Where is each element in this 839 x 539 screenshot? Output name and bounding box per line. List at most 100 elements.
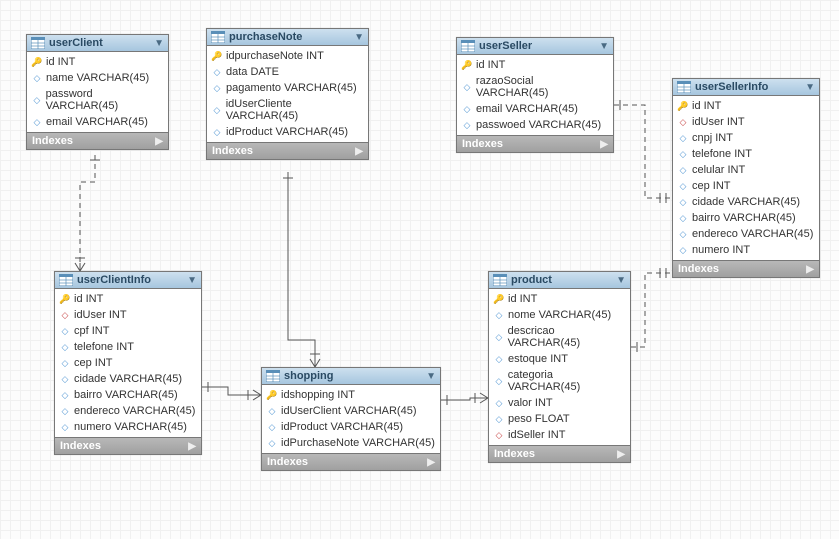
entity-shopping[interactable]: shopping ▼ 🔑idshopping INT◇idUserClient VA… <box>261 367 441 471</box>
collapse-icon[interactable]: ▼ <box>805 82 815 93</box>
column-row[interactable]: 🔑id INT <box>673 98 819 114</box>
column-text: numero INT <box>692 244 750 256</box>
indexes-label: Indexes <box>32 135 73 147</box>
column-text: numero VARCHAR(45) <box>74 421 187 433</box>
collapse-icon[interactable]: ▼ <box>426 371 436 382</box>
column-row[interactable]: ◇descricao VARCHAR(45) <box>489 323 630 351</box>
entity-header[interactable]: userClientInfo ▼ <box>55 272 201 289</box>
column-text: email VARCHAR(45) <box>46 116 148 128</box>
column-row[interactable]: ◇bairro VARCHAR(45) <box>55 387 201 403</box>
column-row[interactable]: ◇cidade VARCHAR(45) <box>55 371 201 387</box>
column-icon: ◇ <box>678 133 688 143</box>
column-row[interactable]: ◇numero VARCHAR(45) <box>55 419 201 435</box>
column-row[interactable]: ◇password VARCHAR(45) <box>27 86 168 114</box>
expand-icon[interactable]: ▶ <box>806 264 814 275</box>
expand-icon[interactable]: ▶ <box>155 136 163 147</box>
entity-userSellerInfo[interactable]: userSellerInfo▼ 🔑id INT◇idUser INT◇cnpj I… <box>672 78 820 278</box>
entity-header[interactable]: userSellerInfo▼ <box>673 79 819 96</box>
column-text: pagamento VARCHAR(45) <box>226 82 357 94</box>
column-text: cpf INT <box>74 325 109 337</box>
column-row[interactable]: ◇telefone INT <box>55 339 201 355</box>
entity-userClient[interactable]: userClient▼ 🔑id INT◇name VARCHAR(45)◇pass… <box>26 34 169 150</box>
column-icon: ◇ <box>267 422 277 432</box>
collapse-icon[interactable]: ▼ <box>187 275 197 286</box>
table-icon <box>461 40 475 52</box>
column-row[interactable]: ◇cnpj INT <box>673 130 819 146</box>
column-icon: ◇ <box>60 326 70 336</box>
column-text: id INT <box>74 293 103 305</box>
column-row[interactable]: ◇email VARCHAR(45) <box>457 101 613 117</box>
column-row[interactable]: ◇passwoed VARCHAR(45) <box>457 117 613 133</box>
expand-icon[interactable]: ▶ <box>355 146 363 157</box>
column-row[interactable]: ◇idUser INT <box>673 114 819 130</box>
expand-icon[interactable]: ▶ <box>427 457 435 468</box>
column-row[interactable]: ◇celular INT <box>673 162 819 178</box>
column-row[interactable]: ◇idUserCliente VARCHAR(45) <box>207 96 368 124</box>
column-row[interactable]: 🔑id INT <box>457 57 613 73</box>
primary-key-icon: 🔑 <box>678 101 688 111</box>
column-row[interactable]: ◇idPurchaseNote VARCHAR(45) <box>262 435 440 451</box>
entity-userSeller[interactable]: userSeller▼ 🔑id INT◇razaoSocial VARCHAR(4… <box>456 37 614 153</box>
column-row[interactable]: ◇bairro VARCHAR(45) <box>673 210 819 226</box>
column-row[interactable]: ◇idProduct VARCHAR(45) <box>207 124 368 140</box>
column-icon: ◇ <box>678 197 688 207</box>
column-row[interactable]: ◇idUser INT <box>55 307 201 323</box>
column-row[interactable]: ◇categoria VARCHAR(45) <box>489 367 630 395</box>
entity-header[interactable]: shopping ▼ <box>262 368 440 385</box>
column-icon: ◇ <box>32 117 42 127</box>
indexes-section[interactable]: Indexes▶ <box>673 260 819 277</box>
column-row[interactable]: ◇idSeller INT <box>489 427 630 443</box>
collapse-icon[interactable]: ▼ <box>616 275 626 286</box>
entity-header[interactable]: userSeller▼ <box>457 38 613 55</box>
column-row[interactable]: ◇numero INT <box>673 242 819 258</box>
entity-header[interactable]: purchaseNote▼ <box>207 29 368 46</box>
indexes-label: Indexes <box>60 440 101 452</box>
column-row[interactable]: ◇cep INT <box>55 355 201 371</box>
column-row[interactable]: ◇cep INT <box>673 178 819 194</box>
entity-purchaseNote[interactable]: purchaseNote▼ 🔑idpurchaseNote INT◇data DA… <box>206 28 369 160</box>
indexes-section[interactable]: Indexes▶ <box>457 135 613 152</box>
column-text: idpurchaseNote INT <box>226 50 324 62</box>
column-row[interactable]: ◇ cpf INT <box>55 323 201 339</box>
collapse-icon[interactable]: ▼ <box>599 41 609 52</box>
expand-icon[interactable]: ▶ <box>188 441 196 452</box>
entity-name: shopping <box>284 370 334 382</box>
column-row[interactable]: 🔑idshopping INT <box>262 387 440 403</box>
column-row[interactable]: ◇razaoSocial VARCHAR(45) <box>457 73 613 101</box>
column-row[interactable]: ◇endereco VARCHAR(45) <box>55 403 201 419</box>
column-row[interactable]: 🔑id INT <box>55 291 201 307</box>
entity-name: userClientInfo <box>77 274 151 286</box>
indexes-section[interactable]: Indexes▶ <box>207 142 368 159</box>
column-row[interactable]: 🔑idpurchaseNote INT <box>207 48 368 64</box>
indexes-section[interactable]: Indexes▶ <box>489 445 630 462</box>
column-row[interactable]: ◇ email VARCHAR(45) <box>27 114 168 130</box>
column-row[interactable]: ◇idUserClient VARCHAR(45) <box>262 403 440 419</box>
column-row[interactable]: ◇name VARCHAR(45) <box>27 70 168 86</box>
column-row[interactable]: ◇data DATE <box>207 64 368 80</box>
column-row[interactable]: ◇endereco VARCHAR(45) <box>673 226 819 242</box>
column-row[interactable]: 🔑id INT <box>489 291 630 307</box>
entity-userClientInfo[interactable]: userClientInfo ▼ 🔑id INT◇idUser INT ◇ cpf IN… <box>54 271 202 455</box>
indexes-section[interactable]: Indexes▶ <box>262 453 440 470</box>
column-row[interactable]: ◇cidade VARCHAR(45) <box>673 194 819 210</box>
column-icon: ◇ <box>494 332 504 342</box>
column-row[interactable]: ◇nome VARCHAR(45) <box>489 307 630 323</box>
indexes-section[interactable]: Indexes ▶ <box>55 437 201 454</box>
column-row[interactable]: ◇pagamento VARCHAR(45) <box>207 80 368 96</box>
column-row[interactable]: ◇peso FLOAT <box>489 411 630 427</box>
collapse-icon[interactable]: ▼ <box>354 32 364 43</box>
expand-icon[interactable]: ▶ <box>617 449 625 460</box>
table-icon <box>266 370 280 382</box>
column-row[interactable]: ◇estoque INT <box>489 351 630 367</box>
collapse-icon[interactable]: ▼ <box>154 38 164 49</box>
expand-icon[interactable]: ▶ <box>600 139 608 150</box>
column-row[interactable]: ◇valor INT <box>489 395 630 411</box>
indexes-section[interactable]: Indexes ▶ <box>27 132 168 149</box>
column-row[interactable]: 🔑id INT <box>27 54 168 70</box>
entity-header[interactable]: product▼ <box>489 272 630 289</box>
column-row[interactable]: ◇idProduct VARCHAR(45) <box>262 419 440 435</box>
entity-header[interactable]: userClient▼ <box>27 35 168 52</box>
column-icon: ◇ <box>60 390 70 400</box>
entity-product[interactable]: product▼ 🔑id INT◇nome VARCHAR(45)◇descric… <box>488 271 631 463</box>
column-row[interactable]: ◇telefone INT <box>673 146 819 162</box>
